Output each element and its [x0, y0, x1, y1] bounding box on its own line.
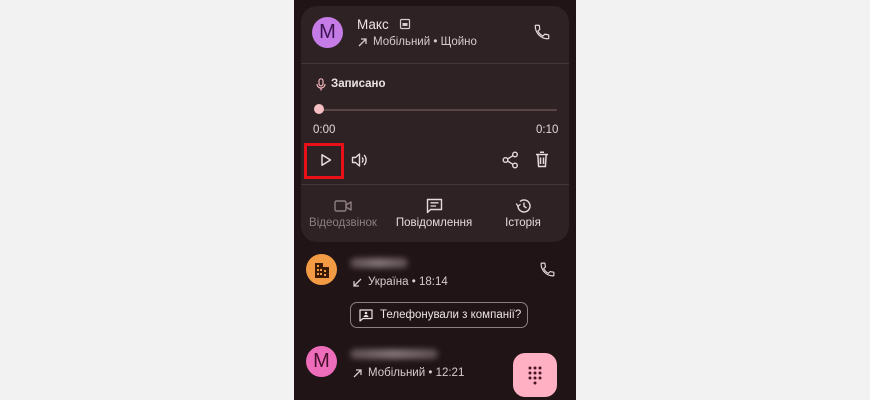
speaker-icon[interactable]: [351, 152, 368, 168]
feedback-icon: [359, 308, 373, 322]
dialpad-icon: [528, 366, 542, 385]
avatar-letter: М: [319, 21, 336, 43]
history-icon: [515, 199, 531, 213]
contact-avatar-third[interactable]: М: [306, 346, 337, 377]
play-button-highlight: [304, 143, 344, 179]
sim-card-icon: [399, 18, 411, 30]
incoming-call-arrow-icon: [353, 278, 362, 287]
microphone-icon: [316, 78, 326, 91]
current-time: 0:00: [313, 124, 336, 136]
playback-thumb[interactable]: [314, 104, 324, 114]
contact-subtitle-text: Мобільний • Щойно: [373, 36, 477, 48]
business-call-subtitle: Україна • 18:14: [352, 276, 448, 288]
third-call-subtitle: Мобільний • 12:21: [352, 367, 464, 379]
phone-screen: М Макс Мобільний • Щойно Записано 0:00 0…: [294, 0, 576, 400]
delete-icon[interactable]: [535, 151, 549, 168]
outgoing-call-arrow-icon: [353, 368, 362, 377]
company-call-chip[interactable]: Телефонували з компанії?: [350, 302, 528, 328]
call-back-icon[interactable]: [539, 261, 556, 278]
blurred-contact-name-third: [350, 349, 438, 359]
third-call-subtitle-text: Мобільний • 12:21: [368, 367, 465, 379]
message-icon: [426, 198, 442, 214]
video-call-icon: [334, 200, 352, 212]
video-call-button[interactable]: Відеодзвінок: [298, 198, 388, 240]
outgoing-call-arrow-icon: [358, 37, 367, 46]
business-building-icon: [314, 262, 329, 278]
dialpad-button[interactable]: [513, 353, 557, 397]
duration: 0:10: [536, 124, 559, 136]
call-icon[interactable]: [533, 23, 551, 41]
contact-avatar[interactable]: М: [312, 17, 343, 48]
business-avatar[interactable]: [306, 254, 337, 285]
blurred-contact-name: [350, 258, 408, 268]
message-button[interactable]: Повідомлення: [389, 198, 479, 240]
history-button[interactable]: Історія: [478, 198, 568, 240]
contact-name: Макс: [357, 17, 389, 32]
company-call-chip-label: Телефонували з компанії?: [380, 309, 522, 321]
business-call-subtitle-text: Україна • 18:14: [368, 276, 448, 288]
card-divider: [301, 63, 569, 64]
avatar-letter-third: М: [313, 350, 330, 372]
share-icon[interactable]: [502, 151, 519, 169]
video-call-label: Відеодзвінок: [309, 217, 377, 229]
recording-label: Записано: [331, 78, 386, 90]
playback-track[interactable]: [319, 109, 557, 111]
message-label: Повідомлення: [395, 217, 473, 229]
expanded-call-card: М Макс Мобільний • Щойно Записано 0:00 0…: [301, 6, 569, 242]
history-label: Історія: [505, 217, 541, 229]
contact-subtitle: Мобільний • Щойно: [357, 36, 477, 48]
card-divider-bottom: [301, 184, 569, 185]
